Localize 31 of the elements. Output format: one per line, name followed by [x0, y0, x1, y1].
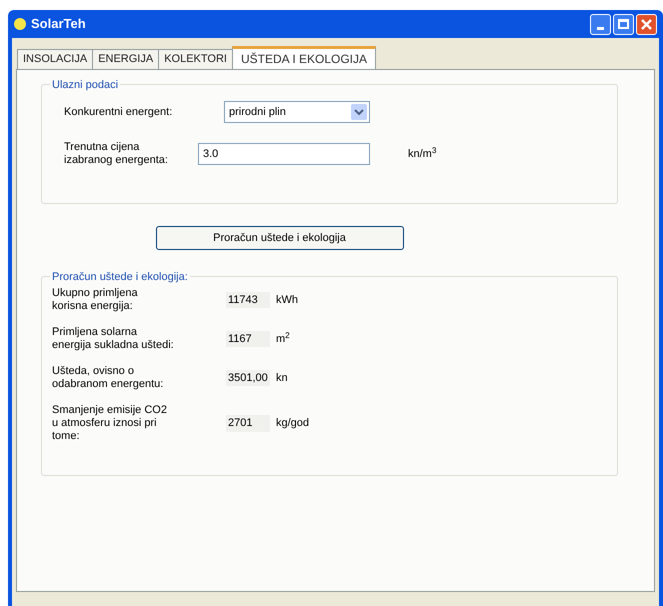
result-label: Ukupno primljena korisna energija:: [52, 287, 139, 313]
result-value: 1167: [226, 330, 270, 348]
group-title: Ulazni podaci: [50, 77, 120, 94]
result-value: 11743: [226, 292, 270, 308]
result-label: Primljena solarna energija sukladna uštedi:: [52, 326, 175, 352]
minimize-button[interactable]: [590, 14, 611, 34]
tab[interactable]: ENERGIJA: [92, 49, 160, 69]
result-unit: kWh: [276, 292, 298, 308]
price-label: Trenutna cijena izabranog energenta:: [64, 141, 169, 167]
price-unit: kn/m$^{3}$: [408, 146, 436, 162]
result-value: 2701: [226, 415, 270, 432]
result-label: Ušteda, ovisno o odabranom energentu:: [52, 365, 164, 391]
window-title: SolarTeh: [31, 15, 86, 34]
energent-dropdown[interactable]: prirodni plin: [224, 101, 370, 123]
result-unit: kn: [276, 370, 288, 386]
tab[interactable]: KOLEKTORI: [158, 49, 233, 69]
result-unit: m$^{2}$: [276, 330, 290, 347]
chevron-down-icon: [351, 104, 367, 120]
price-field[interactable]: 3.0: [198, 143, 370, 165]
close-button[interactable]: [636, 14, 657, 34]
result-label: Smanjenje emisije CO2 u atmosferu iznosi pri tome:: [52, 404, 168, 443]
tab[interactable]: INSOLACIJA: [17, 49, 94, 69]
group-title: Proračun uštede i ekologija:: [50, 269, 190, 286]
maximize-button[interactable]: [613, 14, 634, 34]
result-value: 3501,00: [226, 370, 270, 386]
energent-label: Konkurentni energent:: [64, 104, 174, 120]
tab[interactable]: UŠTEDA I EKOLOGIJA: [232, 46, 376, 69]
sun-icon: [14, 18, 26, 30]
close-icon: [641, 18, 652, 30]
result-unit: kg/god: [276, 416, 310, 432]
calculate-button[interactable]: Proračun uštede i ekologija: [156, 226, 404, 250]
